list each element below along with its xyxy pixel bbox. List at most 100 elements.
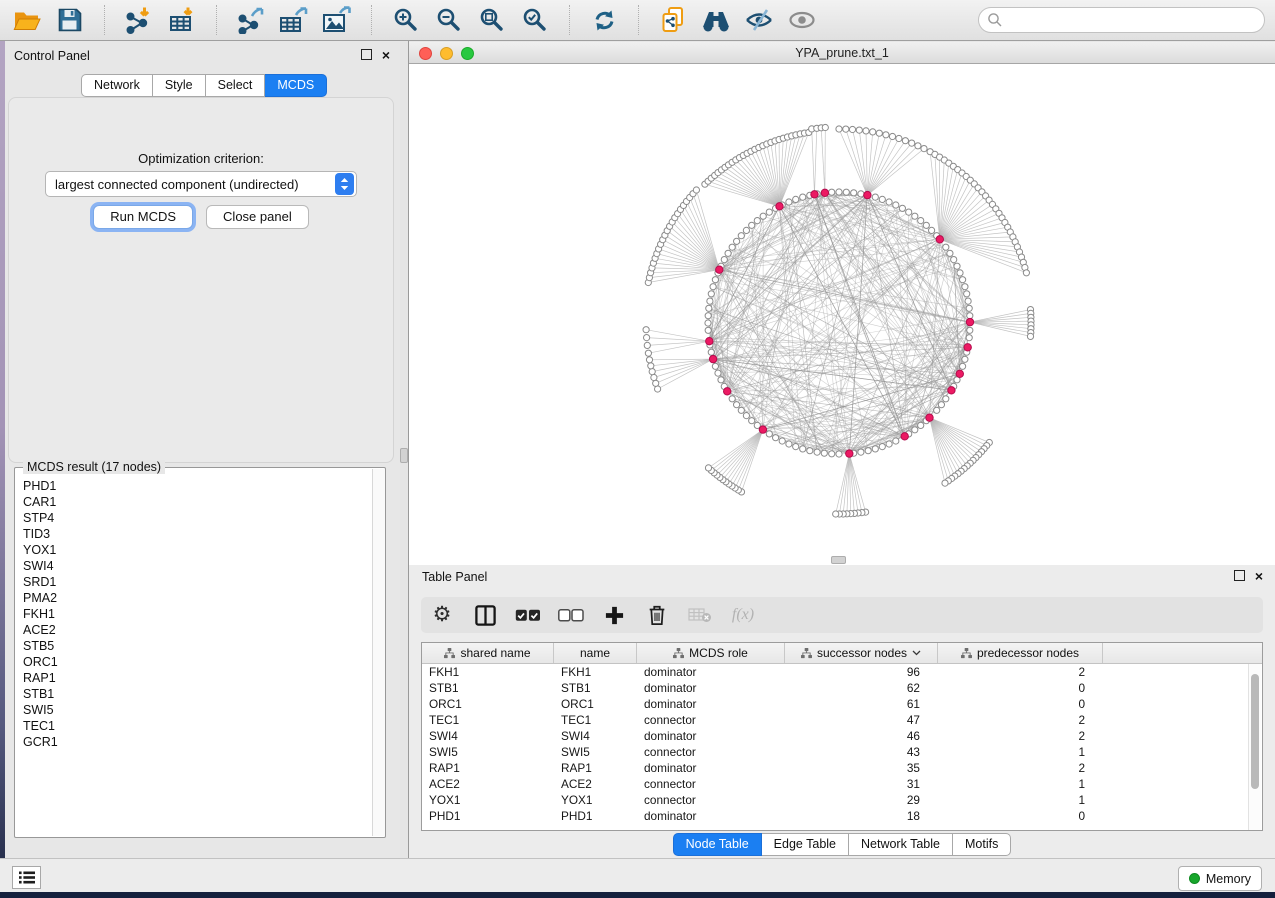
show-details-eye-icon[interactable]: [787, 5, 817, 35]
import-network-icon[interactable]: [124, 5, 154, 35]
search-input[interactable]: [1003, 12, 1264, 28]
delete-trash-icon[interactable]: [644, 602, 670, 628]
table-row[interactable]: PHD1PHD1dominator180: [422, 808, 1262, 824]
table-cell: ORC1: [422, 696, 554, 712]
table-row[interactable]: SWI4SWI4dominator462: [422, 728, 1262, 744]
deselect-all-icon[interactable]: [558, 602, 584, 628]
tab-mcds[interactable]: MCDS: [265, 74, 327, 97]
delete-column-icon-disabled: [687, 602, 713, 628]
run-mcds-button[interactable]: Run MCDS: [93, 205, 193, 229]
export-network-icon[interactable]: [236, 5, 266, 35]
mcds-result-item[interactable]: ORC1: [16, 654, 372, 670]
add-row-plus-icon[interactable]: [601, 602, 627, 628]
mcds-result-box: MCDS result (17 nodes) PHD1CAR1STP4TID3Y…: [14, 467, 386, 838]
attribute-type-icon: [444, 648, 455, 659]
mcds-result-list: PHD1CAR1STP4TID3YOX1SWI4SRD1PMA2FKH1ACE2…: [16, 478, 372, 836]
mcds-result-item[interactable]: FKH1: [16, 606, 372, 622]
mcds-result-item[interactable]: SRD1: [16, 574, 372, 590]
tab-select[interactable]: Select: [206, 74, 266, 97]
mcds-result-item[interactable]: GCR1: [16, 734, 372, 750]
mcds-result-item[interactable]: ACE2: [16, 622, 372, 638]
control-panel-titlebar: Control Panel ×: [5, 41, 400, 71]
table-row[interactable]: STB1STB1dominator620: [422, 680, 1262, 696]
table-row[interactable]: SWI5SWI5connector431: [422, 744, 1262, 760]
select-all-icon[interactable]: [515, 602, 541, 628]
network-graph[interactable]: [409, 64, 1275, 565]
table-scrollbar-thumb[interactable]: [1251, 674, 1259, 789]
save-session-icon[interactable]: [55, 5, 85, 35]
mcds-result-title: MCDS result (17 nodes): [23, 460, 165, 474]
zoom-fit-icon[interactable]: [477, 5, 507, 35]
table-row[interactable]: YOX1YOX1connector291: [422, 792, 1262, 808]
hide-details-eye-icon[interactable]: [744, 5, 774, 35]
mcds-result-item[interactable]: STP4: [16, 510, 372, 526]
table-cell: TEC1: [554, 712, 637, 728]
tab-network[interactable]: Network: [81, 74, 153, 97]
function-builder-fx-icon: f(x): [730, 602, 756, 628]
mcds-result-item[interactable]: YOX1: [16, 542, 372, 558]
mcds-result-item[interactable]: RAP1: [16, 670, 372, 686]
horizontal-splitter-handle[interactable]: [831, 556, 846, 564]
zoom-selected-icon[interactable]: [520, 5, 550, 35]
search-box[interactable]: [978, 7, 1265, 33]
optimization-criterion-select[interactable]: largest connected component (undirected): [45, 171, 357, 197]
table-scrollbar[interactable]: [1248, 664, 1261, 830]
tab-motifs[interactable]: Motifs: [953, 833, 1011, 856]
mcds-result-item[interactable]: TEC1: [16, 718, 372, 734]
float-table-panel-icon[interactable]: [1234, 570, 1245, 581]
zoom-out-icon[interactable]: [434, 5, 464, 35]
memory-button[interactable]: Memory: [1178, 866, 1262, 891]
close-table-panel-icon[interactable]: ×: [1255, 571, 1263, 581]
zoom-in-icon[interactable]: [391, 5, 421, 35]
close-panel-button[interactable]: Close panel: [206, 205, 309, 229]
task-history-button[interactable]: [12, 866, 41, 889]
show-columns-icon[interactable]: [472, 602, 498, 628]
table-cell: RAP1: [422, 760, 554, 776]
column-settings-gear-icon[interactable]: ⚙: [429, 602, 455, 628]
column-header-MCDS-role[interactable]: MCDS role: [637, 643, 785, 663]
export-image-icon[interactable]: [322, 5, 352, 35]
table-cell: SWI5: [422, 744, 554, 760]
table-row[interactable]: ACE2ACE2connector311: [422, 776, 1262, 792]
column-header-name[interactable]: name: [554, 643, 637, 663]
mcds-list-scrollbar[interactable]: [372, 469, 385, 836]
tab-network-table[interactable]: Network Table: [849, 833, 953, 856]
mcds-result-item[interactable]: CAR1: [16, 494, 372, 510]
mcds-result-item[interactable]: PMA2: [16, 590, 372, 606]
table-panel-title: Table Panel: [422, 570, 487, 584]
column-header-shared-name[interactable]: shared name: [422, 643, 554, 663]
import-table-icon[interactable]: [167, 5, 197, 35]
tab-node-table[interactable]: Node Table: [673, 833, 762, 856]
table-row[interactable]: TEC1TEC1connector472: [422, 712, 1262, 728]
mcds-result-item[interactable]: STB1: [16, 686, 372, 702]
table-row[interactable]: FKH1FKH1dominator962: [422, 664, 1262, 680]
search-binoculars-icon[interactable]: [701, 5, 731, 35]
vertical-splitter-handle[interactable]: [400, 448, 408, 463]
open-file-icon[interactable]: [12, 5, 42, 35]
network-window: YPA_prune.txt_1: [408, 41, 1275, 565]
column-header-successor-nodes[interactable]: successor nodes: [785, 643, 938, 663]
node-table-body: FKH1FKH1dominator962STB1STB1dominator620…: [422, 664, 1262, 824]
table-cell: 62: [785, 680, 938, 696]
refresh-icon[interactable]: [589, 5, 619, 35]
table-cell: connector: [637, 792, 785, 808]
table-row[interactable]: RAP1RAP1dominator352: [422, 760, 1262, 776]
optimization-criterion-label: Optimization criterion:: [9, 151, 393, 166]
table-cell: connector: [637, 776, 785, 792]
tab-style[interactable]: Style: [153, 74, 206, 97]
table-row[interactable]: ORC1ORC1dominator610: [422, 696, 1262, 712]
float-panel-icon[interactable]: [361, 49, 372, 60]
export-table-icon[interactable]: [279, 5, 309, 35]
close-panel-icon[interactable]: ×: [382, 50, 390, 60]
mcds-result-item[interactable]: SWI4: [16, 558, 372, 574]
mcds-result-item[interactable]: TID3: [16, 526, 372, 542]
network-canvas[interactable]: [409, 64, 1275, 565]
column-header-predecessor-nodes[interactable]: predecessor nodes: [938, 643, 1103, 663]
mcds-tab-panel: Optimization criterion: largest connecte…: [8, 97, 394, 463]
mcds-result-item[interactable]: STB5: [16, 638, 372, 654]
tab-edge-table[interactable]: Edge Table: [762, 833, 849, 856]
selected-criterion-value: largest connected component (undirected): [46, 177, 335, 192]
mcds-result-item[interactable]: SWI5: [16, 702, 372, 718]
mcds-result-item[interactable]: PHD1: [16, 478, 372, 494]
copy-style-icon[interactable]: [658, 5, 688, 35]
